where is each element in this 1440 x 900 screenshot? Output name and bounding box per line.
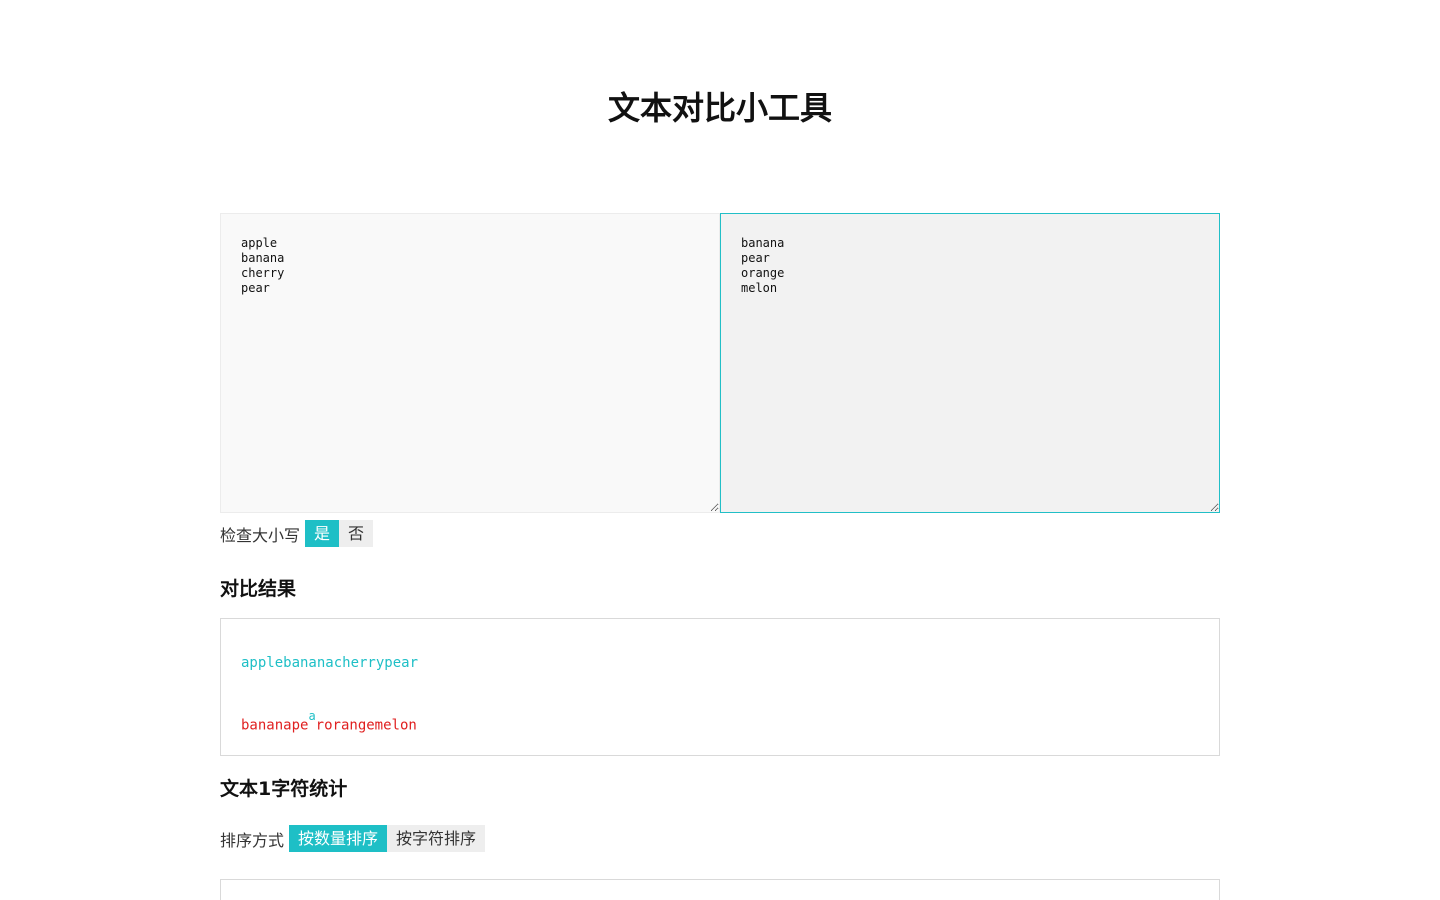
result-box: applebananacherrypear bananapearorangeme… [220, 618, 1220, 756]
editors [220, 213, 1220, 513]
diff-removed-segment-2: rorangemelon [315, 717, 417, 734]
case-yes-button[interactable]: 是 [305, 520, 340, 547]
text1-input[interactable] [220, 213, 720, 513]
sort-by-count-button[interactable]: 按数量排序 [289, 825, 388, 852]
page-title: 文本对比小工具 [607, 89, 832, 127]
page: 文本对比小工具 检查大小写 是 否 对比结果 applebananacherry… [0, 0, 1440, 900]
case-no-button[interactable]: 否 [339, 520, 374, 547]
case-sensitivity-row: 检查大小写 是 否 [220, 520, 374, 547]
result-heading: 对比结果 [220, 578, 297, 600]
result-line-text1: applebananacherrypear [241, 655, 419, 671]
sort-label: 排序方式 [220, 830, 285, 850]
sort-row: 排序方式 按数量排序 按字符排序 [220, 825, 486, 852]
sort-by-char-button[interactable]: 按字符排序 [387, 825, 486, 852]
result-line-text2: bananapearorangemelon [241, 709, 417, 734]
text2-input[interactable] [720, 213, 1220, 513]
diff-removed-segment: bananape [241, 717, 309, 734]
diff-inserted-char: a [308, 709, 316, 723]
stats-box [220, 879, 1220, 900]
stats-heading: 文本1字符统计 [220, 778, 348, 800]
case-sensitivity-label: 检查大小写 [220, 525, 301, 545]
